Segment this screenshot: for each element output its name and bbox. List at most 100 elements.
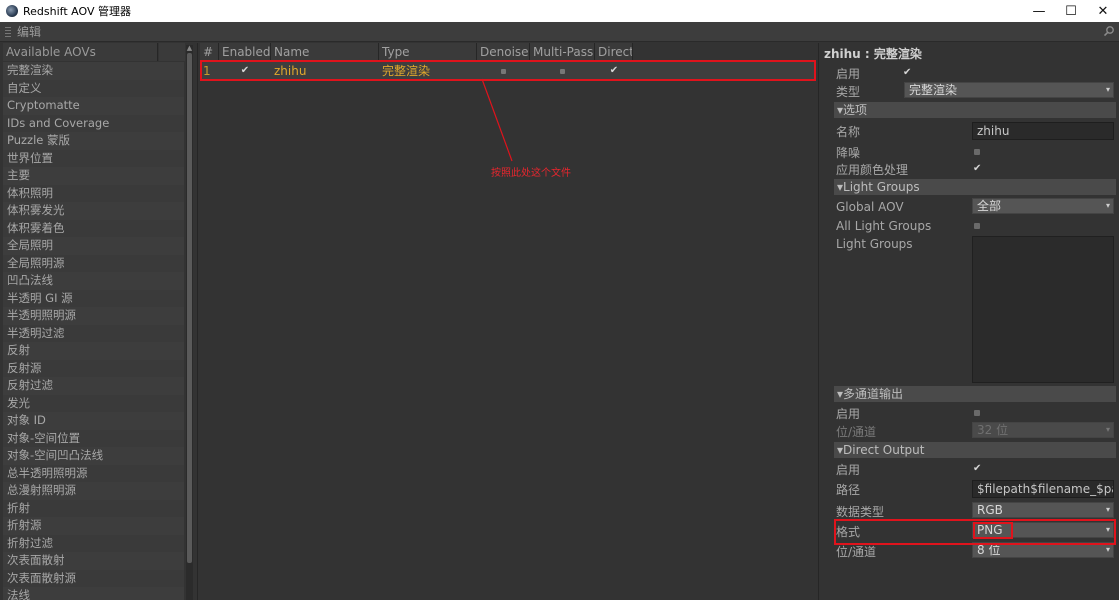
minimize-button[interactable]: —: [1023, 0, 1055, 22]
list-item[interactable]: 反射: [3, 342, 184, 360]
list-item[interactable]: 半透明过滤: [3, 324, 184, 342]
list-item[interactable]: 总漫射照明源: [3, 482, 184, 500]
datatype-select[interactable]: RGB ▾: [972, 502, 1114, 518]
list-item[interactable]: 反射过滤: [3, 377, 184, 395]
redshift-app-icon: [6, 5, 18, 17]
chevron-down-icon: ▾: [1105, 201, 1110, 210]
aov-table-panel: # Enabled Name Type Denoise Multi-Pass D…: [197, 43, 819, 600]
list-item[interactable]: 折射过滤: [3, 534, 184, 552]
name-input[interactable]: zhihu: [972, 122, 1114, 140]
highlight-format-value-box: [973, 522, 1013, 539]
list-item[interactable]: IDs and Coverage: [3, 114, 184, 132]
type-row: 类型 完整渲染 ▾: [836, 82, 1116, 100]
col-type[interactable]: Type: [379, 43, 477, 61]
chevron-down-icon: ▾: [1105, 505, 1110, 514]
chevron-down-icon: ▾: [1105, 85, 1110, 94]
col-enabled[interactable]: Enabled: [219, 43, 271, 61]
path-row: 路径 $filepath$filename_$pass: [836, 480, 1116, 498]
search-icon[interactable]: [1103, 25, 1115, 37]
direct-output-section[interactable]: ▾Direct Output: [834, 442, 1116, 458]
properties-title: zhihu : 完整渲染: [824, 47, 922, 61]
light-groups-list[interactable]: [972, 236, 1114, 383]
denoise-checkbox[interactable]: [974, 149, 980, 155]
list-item[interactable]: 自定义: [3, 79, 184, 97]
bits-label: 位/通道: [836, 544, 877, 559]
all-light-groups-row: All Light Groups: [836, 217, 1116, 235]
list-item[interactable]: 次表面散射: [3, 552, 184, 570]
list-item[interactable]: Puzzle 蒙版: [3, 132, 184, 150]
list-item[interactable]: 半透明照明源: [3, 307, 184, 325]
color-processing-checkbox[interactable]: ✔: [973, 163, 981, 174]
chevron-down-icon: ▾: [1105, 425, 1110, 434]
available-aovs-panel: Available AOVs 完整渲染 自定义 Cryptomatte IDs and…: [0, 43, 196, 600]
type-label: 类型: [836, 84, 861, 99]
col-multipass[interactable]: Multi-Pass: [530, 43, 595, 61]
maximize-button[interactable]: ☐: [1055, 0, 1087, 22]
aov-table-header: # Enabled Name Type Denoise Multi-Pass D…: [200, 43, 633, 61]
list-item[interactable]: 凹凸法线: [3, 272, 184, 290]
list-item[interactable]: 体积雾发光: [3, 202, 184, 220]
close-button[interactable]: ✕: [1087, 0, 1119, 22]
list-item[interactable]: 对象-空间位置: [3, 429, 184, 447]
enable-checkbox[interactable]: ✔: [903, 67, 911, 78]
available-aovs-list: 完整渲染 自定义 Cryptomatte IDs and Coverage Puzzle…: [3, 62, 184, 600]
list-item[interactable]: 折射源: [3, 517, 184, 535]
list-item[interactable]: Cryptomatte: [3, 97, 184, 115]
direct-enable-checkbox[interactable]: ✔: [973, 463, 981, 474]
col-direct[interactable]: Direct: [595, 43, 633, 61]
available-aovs-header-extra: [159, 43, 185, 61]
list-item[interactable]: 体积雾着色: [3, 219, 184, 237]
direct-enable-label: 启用: [836, 462, 861, 477]
list-item[interactable]: 总半透明照明源: [3, 464, 184, 482]
denoise-label: 降噪: [836, 145, 861, 160]
menu-grip-icon: [5, 26, 11, 37]
scroll-up-icon[interactable]: ▲: [186, 45, 193, 52]
menu-edit[interactable]: 编辑: [17, 23, 41, 40]
aov-list-scroll-thumb[interactable]: [187, 53, 192, 563]
list-item[interactable]: 次表面散射源: [3, 569, 184, 587]
list-item[interactable]: 世界位置: [3, 149, 184, 167]
color-processing-row: 应用颜色处理 ✔: [836, 160, 1116, 178]
chevron-down-icon: ▾: [1105, 545, 1110, 554]
annotation-text: 按照此处这个文件: [491, 168, 571, 179]
options-section[interactable]: ▾选项: [834, 102, 1116, 118]
name-label: 名称: [836, 124, 861, 139]
datatype-row: 数据类型 RGB ▾: [836, 502, 1116, 520]
light-groups-section[interactable]: ▾Light Groups: [834, 179, 1116, 195]
multipass-enable-row: 启用: [836, 404, 1116, 422]
global-aov-label: Global AOV: [836, 200, 904, 214]
aov-properties-panel: zhihu : 完整渲染 启用 ✔ 类型 完整渲染 ▾ ▾选项 名称 zhihu …: [820, 43, 1119, 600]
col-denoise[interactable]: Denoise: [477, 43, 530, 61]
list-item[interactable]: 对象-空间凹凸法线: [3, 447, 184, 465]
list-item[interactable]: 全局照明源: [3, 254, 184, 272]
available-aovs-header[interactable]: Available AOVs: [3, 43, 158, 61]
list-item[interactable]: 体积照明: [3, 184, 184, 202]
light-groups-label: Light Groups: [836, 237, 913, 251]
multipass-bits-row: 位/通道 32 位 ▾: [836, 422, 1116, 440]
list-item[interactable]: 对象 ID: [3, 412, 184, 430]
type-select[interactable]: 完整渲染 ▾: [904, 82, 1114, 98]
list-item[interactable]: 半透明 GI 源: [3, 289, 184, 307]
multipass-bits-select: 32 位 ▾: [972, 422, 1114, 438]
col-number[interactable]: #: [200, 43, 219, 61]
list-item[interactable]: 折射: [3, 499, 184, 517]
denoise-row: 降噪: [836, 143, 1116, 161]
path-input[interactable]: $filepath$filename_$pass: [972, 480, 1114, 498]
multipass-bits-label: 位/通道: [836, 424, 877, 439]
multipass-section[interactable]: ▾多通道输出: [834, 386, 1116, 402]
name-row: 名称 zhihu: [836, 122, 1116, 140]
multipass-enable-checkbox[interactable]: [974, 410, 980, 416]
all-light-groups-label: All Light Groups: [836, 219, 932, 233]
list-item[interactable]: 法线: [3, 587, 184, 600]
list-item[interactable]: 完整渲染: [3, 62, 184, 80]
list-item[interactable]: 发光: [3, 394, 184, 412]
col-name[interactable]: Name: [271, 43, 379, 61]
direct-enable-row: 启用 ✔: [836, 460, 1116, 478]
list-item[interactable]: 主要: [3, 167, 184, 185]
list-item[interactable]: 全局照明: [3, 237, 184, 255]
multipass-enable-label: 启用: [836, 406, 861, 421]
datatype-label: 数据类型: [836, 504, 885, 519]
list-item[interactable]: 反射源: [3, 359, 184, 377]
global-aov-select[interactable]: 全部 ▾: [972, 198, 1114, 214]
all-light-groups-checkbox[interactable]: [974, 223, 980, 229]
